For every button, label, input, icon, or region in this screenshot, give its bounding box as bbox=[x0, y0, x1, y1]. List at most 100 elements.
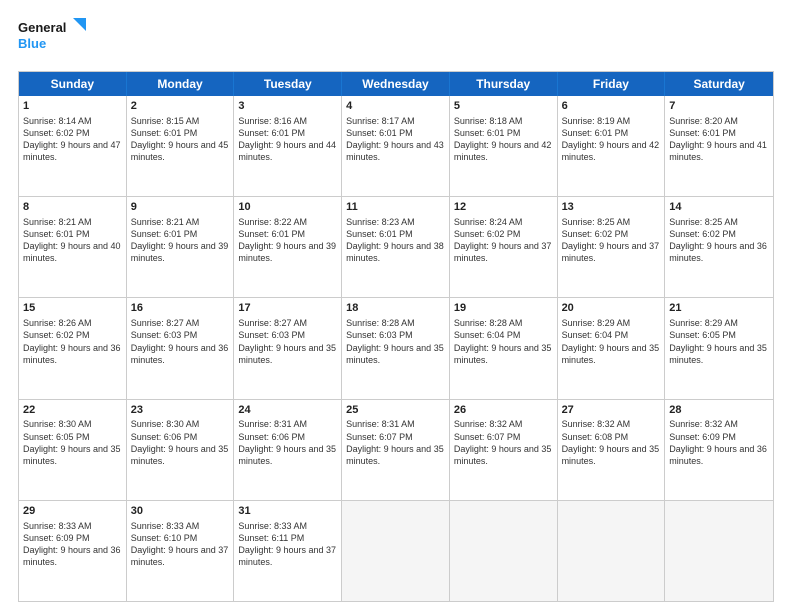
sunset-info: Sunset: 6:01 PM bbox=[346, 127, 445, 139]
day-number: 4 bbox=[346, 99, 445, 114]
day-cell-9: 9 Sunrise: 8:21 AM Sunset: 6:01 PM Dayli… bbox=[127, 197, 235, 297]
day-number: 3 bbox=[238, 99, 337, 114]
daylight-label: Daylight: 9 hours and 35 minutes. bbox=[454, 342, 553, 366]
day-cell-22: 22 Sunrise: 8:30 AM Sunset: 6:05 PM Dayl… bbox=[19, 400, 127, 500]
sunset-info: Sunset: 6:11 PM bbox=[238, 532, 337, 544]
day-cell-6: 6 Sunrise: 8:19 AM Sunset: 6:01 PM Dayli… bbox=[558, 96, 666, 196]
day-number: 24 bbox=[238, 403, 337, 418]
calendar-row-3: 15 Sunrise: 8:26 AM Sunset: 6:02 PM Dayl… bbox=[19, 297, 773, 398]
sunset-info: Sunset: 6:09 PM bbox=[669, 431, 769, 443]
day-cell-21: 21 Sunrise: 8:29 AM Sunset: 6:05 PM Dayl… bbox=[665, 298, 773, 398]
sunset-info: Sunset: 6:01 PM bbox=[454, 127, 553, 139]
sunset-info: Sunset: 6:01 PM bbox=[238, 228, 337, 240]
daylight-label: Daylight: 9 hours and 35 minutes. bbox=[238, 342, 337, 366]
sunrise-info: Sunrise: 8:24 AM bbox=[454, 216, 553, 228]
day-cell-31: 31 Sunrise: 8:33 AM Sunset: 6:11 PM Dayl… bbox=[234, 501, 342, 601]
sunrise-info: Sunrise: 8:30 AM bbox=[23, 418, 122, 430]
sunrise-info: Sunrise: 8:26 AM bbox=[23, 317, 122, 329]
sunset-info: Sunset: 6:06 PM bbox=[238, 431, 337, 443]
calendar-row-5: 29 Sunrise: 8:33 AM Sunset: 6:09 PM Dayl… bbox=[19, 500, 773, 601]
day-number: 22 bbox=[23, 403, 122, 418]
day-cell-26: 26 Sunrise: 8:32 AM Sunset: 6:07 PM Dayl… bbox=[450, 400, 558, 500]
day-cell-15: 15 Sunrise: 8:26 AM Sunset: 6:02 PM Dayl… bbox=[19, 298, 127, 398]
daylight-label: Daylight: 9 hours and 35 minutes. bbox=[346, 342, 445, 366]
calendar-header: SundayMondayTuesdayWednesdayThursdayFrid… bbox=[19, 72, 773, 96]
day-cell-16: 16 Sunrise: 8:27 AM Sunset: 6:03 PM Dayl… bbox=[127, 298, 235, 398]
sunrise-info: Sunrise: 8:30 AM bbox=[131, 418, 230, 430]
day-cell-17: 17 Sunrise: 8:27 AM Sunset: 6:03 PM Dayl… bbox=[234, 298, 342, 398]
sunset-info: Sunset: 6:01 PM bbox=[23, 228, 122, 240]
daylight-label: Daylight: 9 hours and 36 minutes. bbox=[669, 240, 769, 264]
sunrise-info: Sunrise: 8:21 AM bbox=[23, 216, 122, 228]
daylight-label: Daylight: 9 hours and 41 minutes. bbox=[669, 139, 769, 163]
sunset-info: Sunset: 6:10 PM bbox=[131, 532, 230, 544]
calendar-row-1: 1 Sunrise: 8:14 AM Sunset: 6:02 PM Dayli… bbox=[19, 96, 773, 196]
weekday-header-sunday: Sunday bbox=[19, 72, 127, 96]
weekday-header-tuesday: Tuesday bbox=[234, 72, 342, 96]
day-cell-2: 2 Sunrise: 8:15 AM Sunset: 6:01 PM Dayli… bbox=[127, 96, 235, 196]
daylight-label: Daylight: 9 hours and 35 minutes. bbox=[131, 443, 230, 467]
sunset-info: Sunset: 6:04 PM bbox=[454, 329, 553, 341]
sunset-info: Sunset: 6:02 PM bbox=[669, 228, 769, 240]
sunrise-info: Sunrise: 8:14 AM bbox=[23, 115, 122, 127]
daylight-label: Daylight: 9 hours and 47 minutes. bbox=[23, 139, 122, 163]
sunrise-info: Sunrise: 8:22 AM bbox=[238, 216, 337, 228]
day-number: 18 bbox=[346, 301, 445, 316]
empty-cell bbox=[665, 501, 773, 601]
day-cell-7: 7 Sunrise: 8:20 AM Sunset: 6:01 PM Dayli… bbox=[665, 96, 773, 196]
sunset-info: Sunset: 6:04 PM bbox=[562, 329, 661, 341]
weekday-header-friday: Friday bbox=[558, 72, 666, 96]
sunset-info: Sunset: 6:01 PM bbox=[669, 127, 769, 139]
day-number: 9 bbox=[131, 200, 230, 215]
sunset-info: Sunset: 6:01 PM bbox=[131, 127, 230, 139]
sunset-info: Sunset: 6:06 PM bbox=[131, 431, 230, 443]
day-cell-19: 19 Sunrise: 8:28 AM Sunset: 6:04 PM Dayl… bbox=[450, 298, 558, 398]
sunrise-info: Sunrise: 8:32 AM bbox=[454, 418, 553, 430]
daylight-label: Daylight: 9 hours and 43 minutes. bbox=[346, 139, 445, 163]
day-number: 2 bbox=[131, 99, 230, 114]
sunrise-info: Sunrise: 8:29 AM bbox=[669, 317, 769, 329]
daylight-label: Daylight: 9 hours and 36 minutes. bbox=[23, 342, 122, 366]
day-number: 8 bbox=[23, 200, 122, 215]
logo-svg: General Blue bbox=[18, 16, 88, 61]
sunset-info: Sunset: 6:08 PM bbox=[562, 431, 661, 443]
daylight-label: Daylight: 9 hours and 39 minutes. bbox=[131, 240, 230, 264]
day-cell-24: 24 Sunrise: 8:31 AM Sunset: 6:06 PM Dayl… bbox=[234, 400, 342, 500]
daylight-label: Daylight: 9 hours and 42 minutes. bbox=[562, 139, 661, 163]
day-number: 16 bbox=[131, 301, 230, 316]
sunset-info: Sunset: 6:03 PM bbox=[346, 329, 445, 341]
sunrise-info: Sunrise: 8:19 AM bbox=[562, 115, 661, 127]
day-number: 15 bbox=[23, 301, 122, 316]
day-cell-27: 27 Sunrise: 8:32 AM Sunset: 6:08 PM Dayl… bbox=[558, 400, 666, 500]
day-cell-20: 20 Sunrise: 8:29 AM Sunset: 6:04 PM Dayl… bbox=[558, 298, 666, 398]
day-number: 27 bbox=[562, 403, 661, 418]
sunrise-info: Sunrise: 8:23 AM bbox=[346, 216, 445, 228]
daylight-label: Daylight: 9 hours and 39 minutes. bbox=[238, 240, 337, 264]
sunset-info: Sunset: 6:01 PM bbox=[562, 127, 661, 139]
svg-text:General: General bbox=[18, 20, 66, 35]
day-cell-1: 1 Sunrise: 8:14 AM Sunset: 6:02 PM Dayli… bbox=[19, 96, 127, 196]
day-number: 25 bbox=[346, 403, 445, 418]
day-number: 20 bbox=[562, 301, 661, 316]
day-cell-18: 18 Sunrise: 8:28 AM Sunset: 6:03 PM Dayl… bbox=[342, 298, 450, 398]
day-cell-12: 12 Sunrise: 8:24 AM Sunset: 6:02 PM Dayl… bbox=[450, 197, 558, 297]
sunrise-info: Sunrise: 8:31 AM bbox=[346, 418, 445, 430]
daylight-label: Daylight: 9 hours and 45 minutes. bbox=[131, 139, 230, 163]
day-cell-10: 10 Sunrise: 8:22 AM Sunset: 6:01 PM Dayl… bbox=[234, 197, 342, 297]
day-cell-30: 30 Sunrise: 8:33 AM Sunset: 6:10 PM Dayl… bbox=[127, 501, 235, 601]
sunset-info: Sunset: 6:05 PM bbox=[669, 329, 769, 341]
sunrise-info: Sunrise: 8:16 AM bbox=[238, 115, 337, 127]
sunset-info: Sunset: 6:03 PM bbox=[131, 329, 230, 341]
day-number: 29 bbox=[23, 504, 122, 519]
weekday-header-thursday: Thursday bbox=[450, 72, 558, 96]
sunrise-info: Sunrise: 8:31 AM bbox=[238, 418, 337, 430]
day-number: 12 bbox=[454, 200, 553, 215]
svg-text:Blue: Blue bbox=[18, 36, 46, 51]
sunrise-info: Sunrise: 8:28 AM bbox=[454, 317, 553, 329]
sunset-info: Sunset: 6:02 PM bbox=[23, 127, 122, 139]
sunset-info: Sunset: 6:01 PM bbox=[131, 228, 230, 240]
daylight-label: Daylight: 9 hours and 35 minutes. bbox=[669, 342, 769, 366]
daylight-label: Daylight: 9 hours and 37 minutes. bbox=[238, 544, 337, 568]
day-number: 17 bbox=[238, 301, 337, 316]
sunrise-info: Sunrise: 8:25 AM bbox=[562, 216, 661, 228]
